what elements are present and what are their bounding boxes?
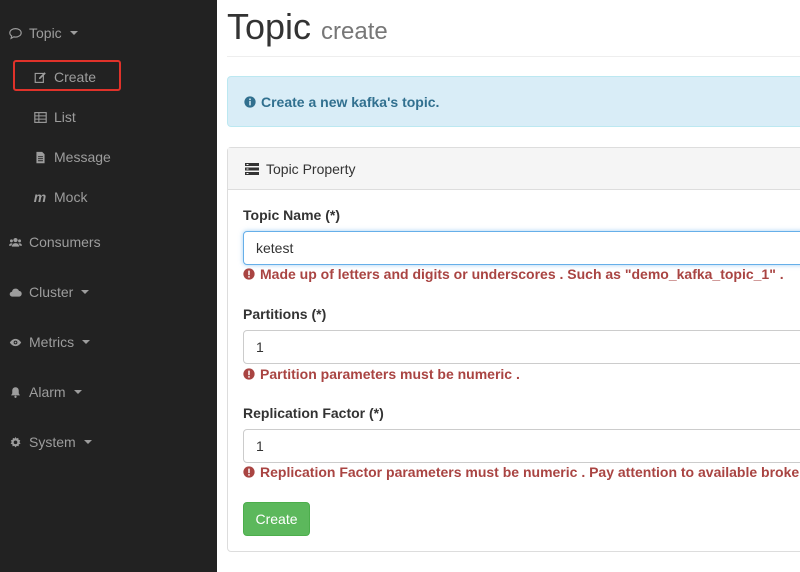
create-button[interactable]: Create <box>243 502 310 536</box>
panel-heading: Topic Property <box>228 148 800 190</box>
info-circle-icon <box>244 95 256 108</box>
chevron-down-icon <box>82 340 91 344</box>
sidebar-item-label: Topic <box>29 25 62 41</box>
topic-name-label: Topic Name (*) <box>243 207 340 223</box>
replication-factor-error: Replication Factor parameters must be nu… <box>243 464 800 480</box>
sidebar-item-topic[interactable]: Topic <box>0 13 217 53</box>
users-icon <box>8 235 22 249</box>
replication-factor-label: Replication Factor (*) <box>243 405 384 421</box>
page-subtitle: create <box>321 18 388 45</box>
sidebar-item-label: System <box>29 434 76 450</box>
replication-factor-input[interactable] <box>243 429 800 463</box>
sidebar-item-label: Cluster <box>29 284 74 300</box>
sidebar: Topic Create List Message m Mock Consume… <box>0 0 217 572</box>
chevron-down-icon <box>69 31 78 35</box>
topic-name-error: Made up of letters and digits or undersc… <box>243 266 784 282</box>
mock-m-icon: m <box>33 189 47 205</box>
comments-icon <box>8 26 22 40</box>
sidebar-item-label: List <box>54 109 76 125</box>
error-text: Replication Factor parameters must be nu… <box>260 464 800 480</box>
bell-icon <box>8 385 22 399</box>
alert-text: Create a new kafka's topic. <box>261 93 440 110</box>
sidebar-item-metrics[interactable]: Metrics <box>0 322 217 362</box>
chevron-down-icon <box>83 440 92 444</box>
page-title: Topic <box>227 6 312 47</box>
partitions-input[interactable] <box>243 330 800 364</box>
error-text: Made up of letters and digits or undersc… <box>260 266 784 282</box>
table-icon <box>33 110 47 124</box>
error-text: Partition parameters must be numeric . <box>260 366 520 382</box>
sidebar-item-system[interactable]: System <box>0 422 217 462</box>
highlight-annotation <box>13 60 121 91</box>
cog-icon <box>8 435 22 449</box>
sidebar-item-label: Mock <box>54 189 88 205</box>
cloud-icon <box>8 285 22 299</box>
sidebar-item-label: Consumers <box>29 234 101 250</box>
info-alert: Create a new kafka's topic. <box>227 76 800 127</box>
sidebar-item-message[interactable]: Message <box>0 137 217 177</box>
chevron-down-icon <box>73 390 82 394</box>
exclamation-circle-icon <box>243 466 255 478</box>
sidebar-item-cluster[interactable]: Cluster <box>0 272 217 312</box>
panel-title: Topic Property <box>266 160 356 177</box>
chevron-down-icon <box>81 290 90 294</box>
page-header: Topic create <box>227 6 388 54</box>
main-content: Topic create Create a new kafka's topic.… <box>217 0 800 572</box>
sidebar-item-alarm[interactable]: Alarm <box>0 372 217 412</box>
exclamation-circle-icon <box>243 268 255 280</box>
sidebar-item-list[interactable]: List <box>0 97 217 137</box>
file-text-icon <box>33 150 47 164</box>
eye-icon <box>8 335 22 349</box>
topic-name-input[interactable] <box>243 231 800 265</box>
topic-property-panel: Topic Property Topic Name (*) Made up of… <box>227 147 800 552</box>
sidebar-item-consumers[interactable]: Consumers <box>0 222 217 262</box>
sidebar-item-label: Alarm <box>29 384 66 400</box>
header-divider <box>227 56 800 57</box>
partitions-error: Partition parameters must be numeric . <box>243 366 520 382</box>
sidebar-item-mock[interactable]: m Mock <box>0 177 217 217</box>
sidebar-item-label: Message <box>54 149 111 165</box>
sidebar-item-label: Metrics <box>29 334 75 350</box>
partitions-label: Partitions (*) <box>243 306 327 322</box>
server-icon <box>245 162 259 175</box>
exclamation-circle-icon <box>243 368 255 380</box>
